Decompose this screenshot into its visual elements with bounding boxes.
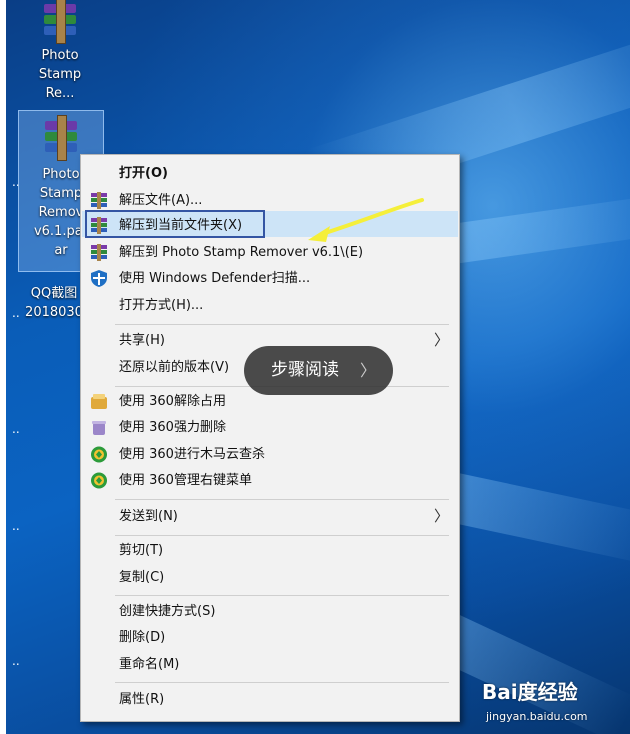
menu-item-label: 创建快捷方式(S) (119, 604, 216, 619)
menu-item-label: 删除(D) (119, 630, 166, 645)
menu-item-label: 使用 360解除占用 (119, 394, 226, 409)
menu-separator (115, 324, 449, 325)
annotation-highlight-box (85, 210, 265, 238)
chevron-right-icon: 〉 (360, 361, 377, 380)
annotation-arrow-icon (308, 198, 424, 242)
menu-separator (115, 682, 449, 683)
winrar-archive-icon (41, 115, 81, 161)
menu-item-label: 使用 360进行木马云查杀 (119, 447, 265, 462)
menu-item-label: 打开方式(H)... (119, 298, 204, 313)
menu-separator (115, 499, 449, 500)
defender-shield-icon (91, 270, 107, 287)
menu-item-label: 还原以前的版本(V) (119, 360, 230, 375)
winrar-archive-icon (40, 0, 80, 44)
menu-item-delete[interactable]: 删除(D) (81, 625, 459, 650)
menu-separator (115, 595, 449, 596)
icon-label: Stamp Re... (38, 67, 82, 101)
watermark-url: jingyan.baidu.com (486, 710, 588, 723)
menu-item-create-shortcut[interactable]: 创建快捷方式(S) (81, 599, 459, 624)
watermark-brand: Bai度经验 (482, 680, 578, 704)
360-delete-icon (92, 421, 106, 435)
menu-item-label: 发送到(N) (119, 509, 178, 524)
menu-item-cut[interactable]: 剪切(T) (81, 538, 459, 563)
menu-item-label: 重命名(M) (119, 657, 180, 672)
edge-dots: .. (12, 654, 20, 668)
menu-item-label: 使用 360管理右键菜单 (119, 473, 252, 488)
menu-item-360-force-delete[interactable]: 使用 360强力删除 (81, 415, 459, 440)
360-scan-icon (91, 446, 107, 463)
menu-item-360-manage-menu[interactable]: 使用 360管理右键菜单 (81, 468, 459, 493)
menu-item-copy[interactable]: 复制(C) (81, 565, 459, 590)
baidu-jingyan-watermark: Bai度经验 jingyan.baidu.com (482, 676, 622, 726)
chevron-right-icon: 〉 (433, 507, 449, 525)
winrar-icon (91, 244, 107, 261)
360-unlock-icon (91, 394, 107, 409)
step-reading-label: 步骤阅读 (271, 360, 339, 380)
menu-item-send-to[interactable]: 发送到(N) 〉 (81, 504, 459, 529)
edge-dots: .. (12, 519, 20, 533)
menu-separator (115, 535, 449, 536)
360-menu-icon (91, 472, 107, 489)
menu-item-label: 使用 Windows Defender扫描... (119, 271, 311, 286)
edge-dots: .. (12, 422, 20, 436)
menu-item-rename[interactable]: 重命名(M) (81, 652, 459, 677)
menu-item-label: 复制(C) (119, 570, 165, 585)
menu-item-label: 剪切(T) (119, 543, 164, 558)
icon-label: Photo (41, 48, 79, 63)
menu-item-open-with[interactable]: 打开方式(H)... (81, 293, 459, 318)
menu-item-label: 打开(O) (119, 166, 168, 181)
menu-item-360-trojan-scan[interactable]: 使用 360进行木马云查杀 (81, 442, 459, 467)
menu-item-label: 使用 360强力删除 (119, 420, 226, 435)
menu-item-label: 共享(H) (119, 333, 165, 348)
menu-item-label: 属性(R) (119, 692, 165, 707)
desktop-icon-photo-stamp-archive[interactable]: Photo Stamp Re... (24, 0, 96, 103)
menu-item-open[interactable]: 打开(O) (81, 161, 459, 186)
chevron-right-icon: 〉 (433, 331, 449, 349)
menu-item-defender-scan[interactable]: 使用 Windows Defender扫描... (81, 266, 459, 291)
menu-item-properties[interactable]: 属性(R) (81, 687, 459, 712)
step-reading-button[interactable]: 步骤阅读 〉 (244, 346, 393, 395)
winrar-icon (91, 192, 107, 209)
